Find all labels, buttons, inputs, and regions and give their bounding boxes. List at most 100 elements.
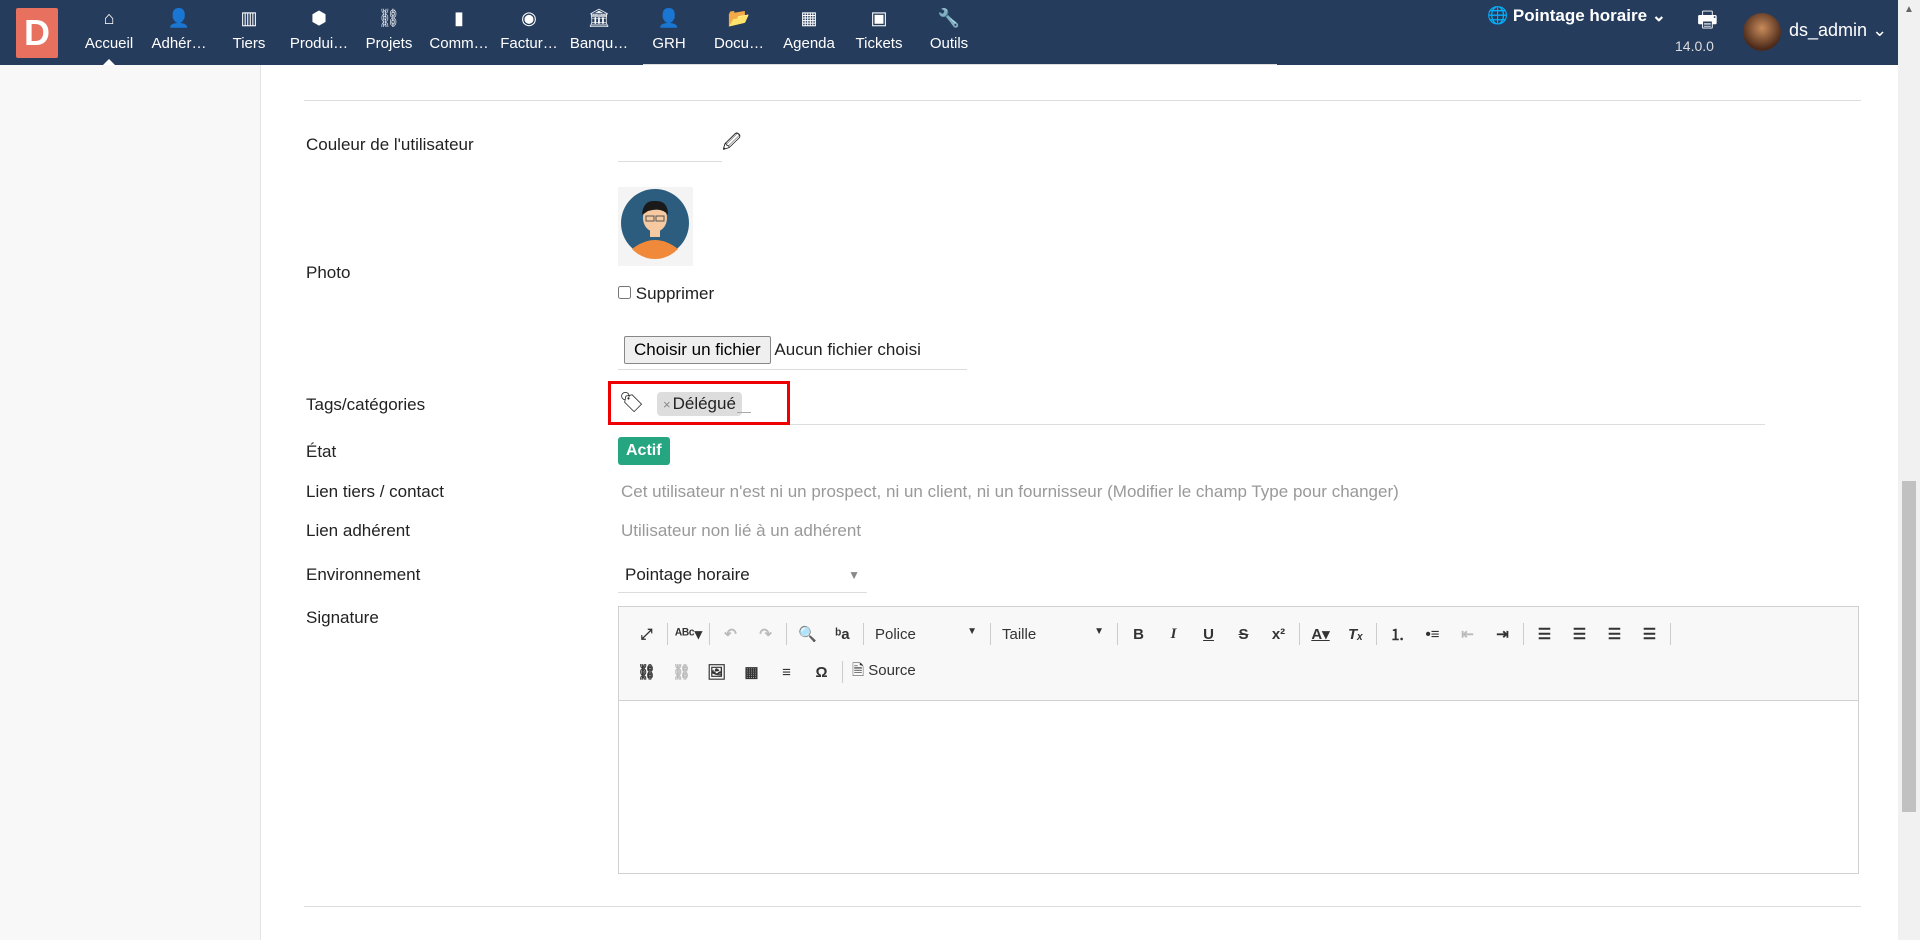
text-color-icon[interactable]: A▾: [1303, 625, 1338, 643]
tags-field-highlight[interactable]: 🏷 × Délégué: [608, 381, 790, 425]
divider: [304, 100, 1861, 101]
nav-item-factur[interactable]: ◉ Factur…: [494, 0, 564, 65]
coins-icon: ◉: [521, 8, 537, 28]
nav-item-label: Banqu…: [569, 35, 629, 52]
scroll-up-icon[interactable]: ▲: [1904, 4, 1914, 15]
image-icon[interactable]: 🖼: [699, 663, 734, 681]
left-sidebar: [0, 65, 261, 940]
nav-item-label: GRH: [652, 35, 686, 52]
bank-icon: 🏛: [587, 8, 611, 28]
link-icon[interactable]: ⛓: [629, 663, 664, 681]
nav-item-label: Tickets: [855, 35, 903, 52]
nav-item-agenda[interactable]: ▦ Agenda: [774, 0, 844, 65]
nav-item-outils[interactable]: 🔧 Outils: [914, 0, 984, 65]
nav-item-tickets[interactable]: ▣ Tickets: [844, 0, 914, 65]
nav-item-banqu[interactable]: 🏛 Banqu…: [564, 0, 634, 65]
maximize-icon[interactable]: ⤢: [629, 626, 664, 643]
align-left-icon[interactable]: ☰: [1527, 625, 1562, 643]
nav-item-comm[interactable]: ▮ Comm…: [424, 0, 494, 65]
table-icon[interactable]: ▦: [734, 663, 769, 681]
scrollbar-thumb[interactable]: [1902, 481, 1916, 812]
strikethrough-icon[interactable]: S: [1226, 626, 1261, 643]
nav-item-label: Projets: [365, 35, 413, 52]
align-center-icon[interactable]: ☰: [1562, 625, 1597, 643]
redo-icon[interactable]: ↷: [748, 625, 783, 643]
tag-label: Délégué: [672, 394, 736, 413]
outdent-icon[interactable]: ⇤: [1450, 625, 1485, 643]
delete-photo-checkbox[interactable]: [618, 286, 631, 299]
unlink-icon[interactable]: ⛓: [664, 663, 699, 681]
environment-value: Pointage horaire: [625, 565, 750, 584]
version-label: 14.0.0: [1675, 38, 1714, 54]
nav-item-label: Factur…: [500, 35, 558, 52]
member-label: Lien adhérent: [306, 521, 410, 540]
indent-icon[interactable]: ⇥: [1485, 625, 1520, 643]
spellcheck-icon[interactable]: ᴬᴮᶜ▾: [671, 625, 706, 643]
find-icon[interactable]: 🔍: [790, 625, 825, 643]
chevron-down-icon: ⌄: [1872, 20, 1888, 40]
source-icon: 🗎: [852, 661, 865, 679]
user-tie-icon: 👤: [657, 8, 681, 28]
print-icon[interactable]: 🖶: [1697, 3, 1718, 41]
size-select[interactable]: Taille ▼: [994, 626, 1114, 643]
user-photo: [618, 187, 693, 266]
underline-icon[interactable]: U: [1191, 626, 1226, 643]
editor-content[interactable]: [619, 701, 1858, 873]
nav-item-produi[interactable]: ⬢ Produi…: [284, 0, 354, 65]
nav-item-tiers[interactable]: ▥ Tiers: [214, 0, 284, 65]
undo-icon[interactable]: ↶: [713, 625, 748, 643]
scrollbar[interactable]: ▲: [1898, 0, 1920, 940]
ticket-icon: ▣: [870, 8, 888, 28]
remove-format-icon[interactable]: Tₓ: [1338, 626, 1373, 643]
bulleted-list-icon[interactable]: •≡: [1415, 626, 1450, 643]
nav-item-label: Agenda: [783, 35, 835, 52]
font-select[interactable]: Police ▼: [867, 626, 987, 643]
numbered-list-icon[interactable]: ⒈: [1380, 624, 1415, 645]
home-icon: ⌂: [103, 8, 115, 28]
source-button[interactable]: 🗎 Source: [846, 660, 916, 685]
bold-icon[interactable]: B: [1121, 626, 1156, 643]
divider: [304, 906, 1861, 907]
delete-photo: Supprimer: [618, 284, 714, 304]
replace-icon[interactable]: ᵇa: [825, 626, 860, 643]
nav-item-docu[interactable]: 📂 Docu…: [704, 0, 774, 65]
environment-select[interactable]: Pointage horaire ▼: [618, 559, 867, 593]
choose-file-button[interactable]: Choisir un fichier: [624, 336, 771, 364]
tag-input[interactable]: [737, 412, 751, 413]
user-menu[interactable]: ds_admin ⌄: [1789, 20, 1887, 41]
tags-underline: [618, 424, 1765, 425]
nav-item-projets[interactable]: ⛓ Projets: [354, 0, 424, 65]
status-badge: Actif: [618, 437, 670, 465]
calendar-icon: ▦: [800, 8, 818, 28]
size-select-label: Taille: [1002, 625, 1037, 643]
thirdparty-label: Lien tiers / contact: [306, 482, 444, 501]
editor-toolbar: ⤢ ᴬᴮᶜ▾ ↶ ↷ 🔍 ᵇa Police ▼ Taille ▼ B I U Sx² A▾ T…: [619, 607, 1858, 701]
special-char-icon[interactable]: Ω: [804, 664, 839, 681]
dolibarr-logo[interactable]: D: [16, 8, 58, 58]
justify-icon[interactable]: ☰: [1632, 625, 1667, 643]
italic-icon[interactable]: I: [1156, 626, 1191, 643]
horizontal-line-icon[interactable]: ≡: [769, 664, 804, 681]
color-input[interactable]: [618, 138, 722, 162]
environment-menu[interactable]: 🌐 Pointage horaire ⌄: [1487, 6, 1666, 26]
nav-item-label: Docu…: [713, 35, 765, 52]
user-avatar[interactable]: [1743, 13, 1781, 51]
nav-item-adhér[interactable]: 👤 Adhér…: [144, 0, 214, 65]
color-picker-icon[interactable]: 🖉: [722, 130, 741, 160]
wrench-icon: 🔧: [937, 8, 961, 28]
environment-label: Pointage horaire: [1512, 6, 1648, 25]
nav-item-accueil[interactable]: ⌂ Accueil: [74, 0, 144, 65]
superscript-icon[interactable]: x²: [1261, 626, 1296, 643]
cube-icon: ⬢: [311, 8, 327, 28]
sitemap-icon: ⛓: [377, 8, 401, 28]
main-nav: ⌂ Accueil 👤 Adhér… ▥ Tiers ⬢ Produi… ⛓ Projets ▮ Co…: [74, 0, 984, 65]
environment-label: Environnement: [306, 565, 421, 584]
nav-item-grh[interactable]: 👤 GRH: [634, 0, 704, 65]
nav-item-label: Outils: [929, 35, 969, 52]
signature-label: Signature: [306, 608, 379, 627]
align-right-icon[interactable]: ☰: [1597, 625, 1632, 643]
source-label: Source: [868, 661, 916, 679]
file-status: Aucun fichier choisi: [774, 340, 921, 359]
thirdparty-value: Cet utilisateur n'est ni un prospect, ni…: [621, 482, 1399, 501]
remove-tag-icon[interactable]: ×: [663, 397, 671, 412]
